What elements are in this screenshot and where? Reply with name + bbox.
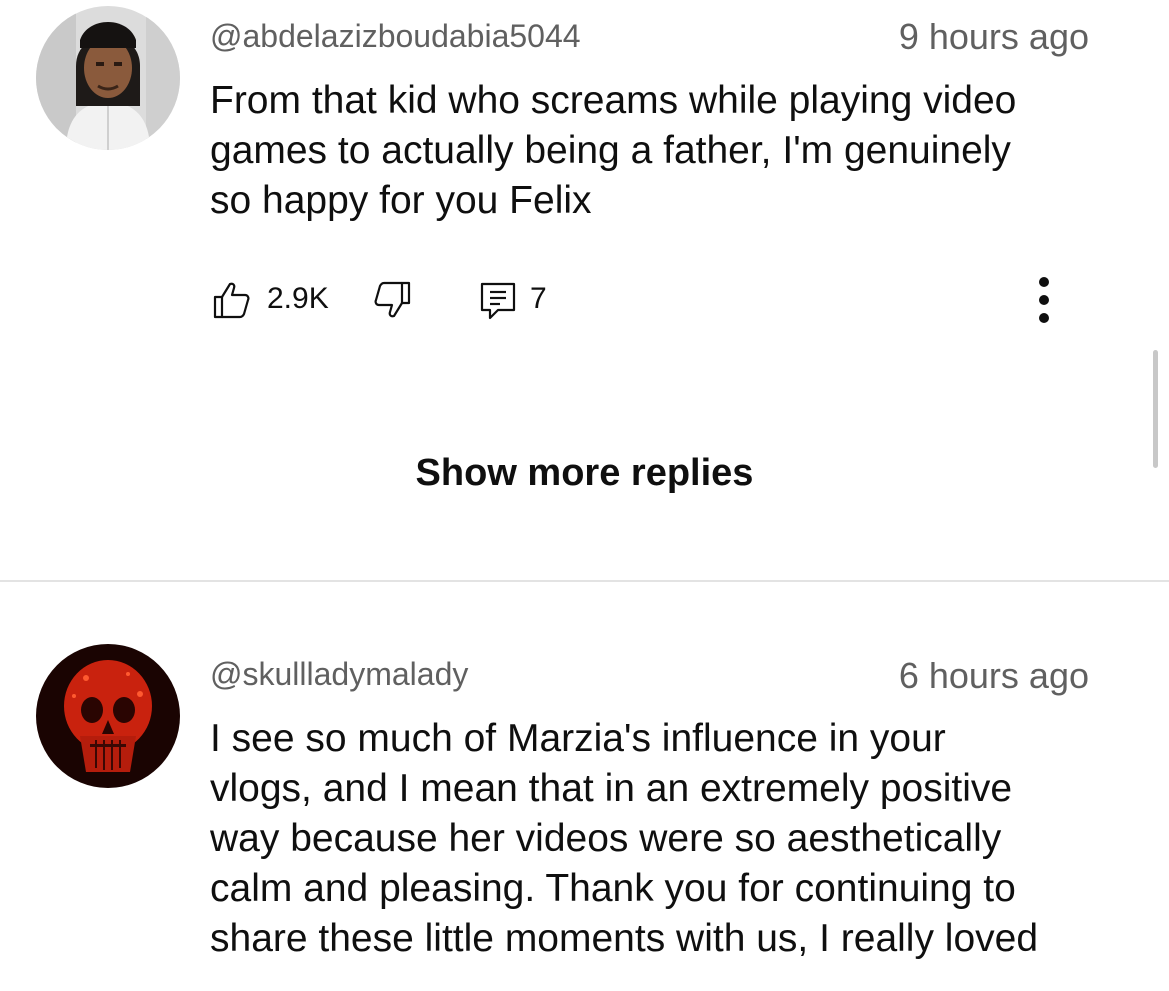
comment-text: From that kid who screams while playing …	[210, 76, 1130, 226]
show-more-replies-button[interactable]: Show more replies	[0, 452, 1169, 495]
avatar[interactable]	[36, 6, 180, 150]
avatar[interactable]	[36, 644, 180, 788]
thumbs-down-icon	[374, 281, 411, 318]
comment-author-handle[interactable]: @skullladymalady	[210, 656, 468, 693]
comment-line: From that kid who screams while playing …	[210, 79, 1017, 122]
person-avatar-icon	[36, 6, 180, 150]
scrollbar[interactable]	[1153, 350, 1158, 468]
dislike-button[interactable]	[372, 280, 412, 320]
red-skull-avatar-icon	[36, 644, 180, 788]
thumbs-up-icon	[213, 282, 250, 319]
more-options-button[interactable]	[1032, 270, 1056, 330]
divider	[0, 580, 1169, 582]
comment-line: way because her videos were so aesthetic…	[210, 817, 1002, 860]
comment-line: calm and pleasing. Thank you for continu…	[210, 867, 1016, 910]
reply-comment-icon	[480, 282, 516, 320]
like-button[interactable]	[212, 280, 252, 320]
comment-line: so happy for you Felix	[210, 179, 592, 222]
comment-2: @skullladymalady 6 hours ago I see so mu…	[0, 600, 1169, 991]
comment-line: I see so much of Marzia's influence in y…	[210, 717, 946, 760]
more-vertical-icon	[1039, 277, 1049, 323]
reply-button[interactable]	[478, 280, 518, 320]
like-count: 2.9K	[267, 282, 329, 315]
comment-line: vlogs, and I mean that in an extremely p…	[210, 767, 1013, 810]
comment-line: games to actually being a father, I'm ge…	[210, 129, 1011, 172]
reply-count: 7	[530, 282, 547, 315]
comment-text: I see so much of Marzia's influence in y…	[210, 714, 1140, 964]
comment-line: share these little moments with us, I re…	[210, 917, 1039, 960]
comment-author-handle[interactable]: @abdelazizboudabia5044	[210, 18, 581, 55]
comment-1: @abdelazizboudabia5044 9 hours ago From …	[0, 0, 1169, 350]
comment-actions: 2.9K 7	[210, 280, 630, 320]
comment-timestamp: 6 hours ago	[898, 655, 1089, 696]
comment-timestamp: 9 hours ago	[898, 16, 1089, 57]
